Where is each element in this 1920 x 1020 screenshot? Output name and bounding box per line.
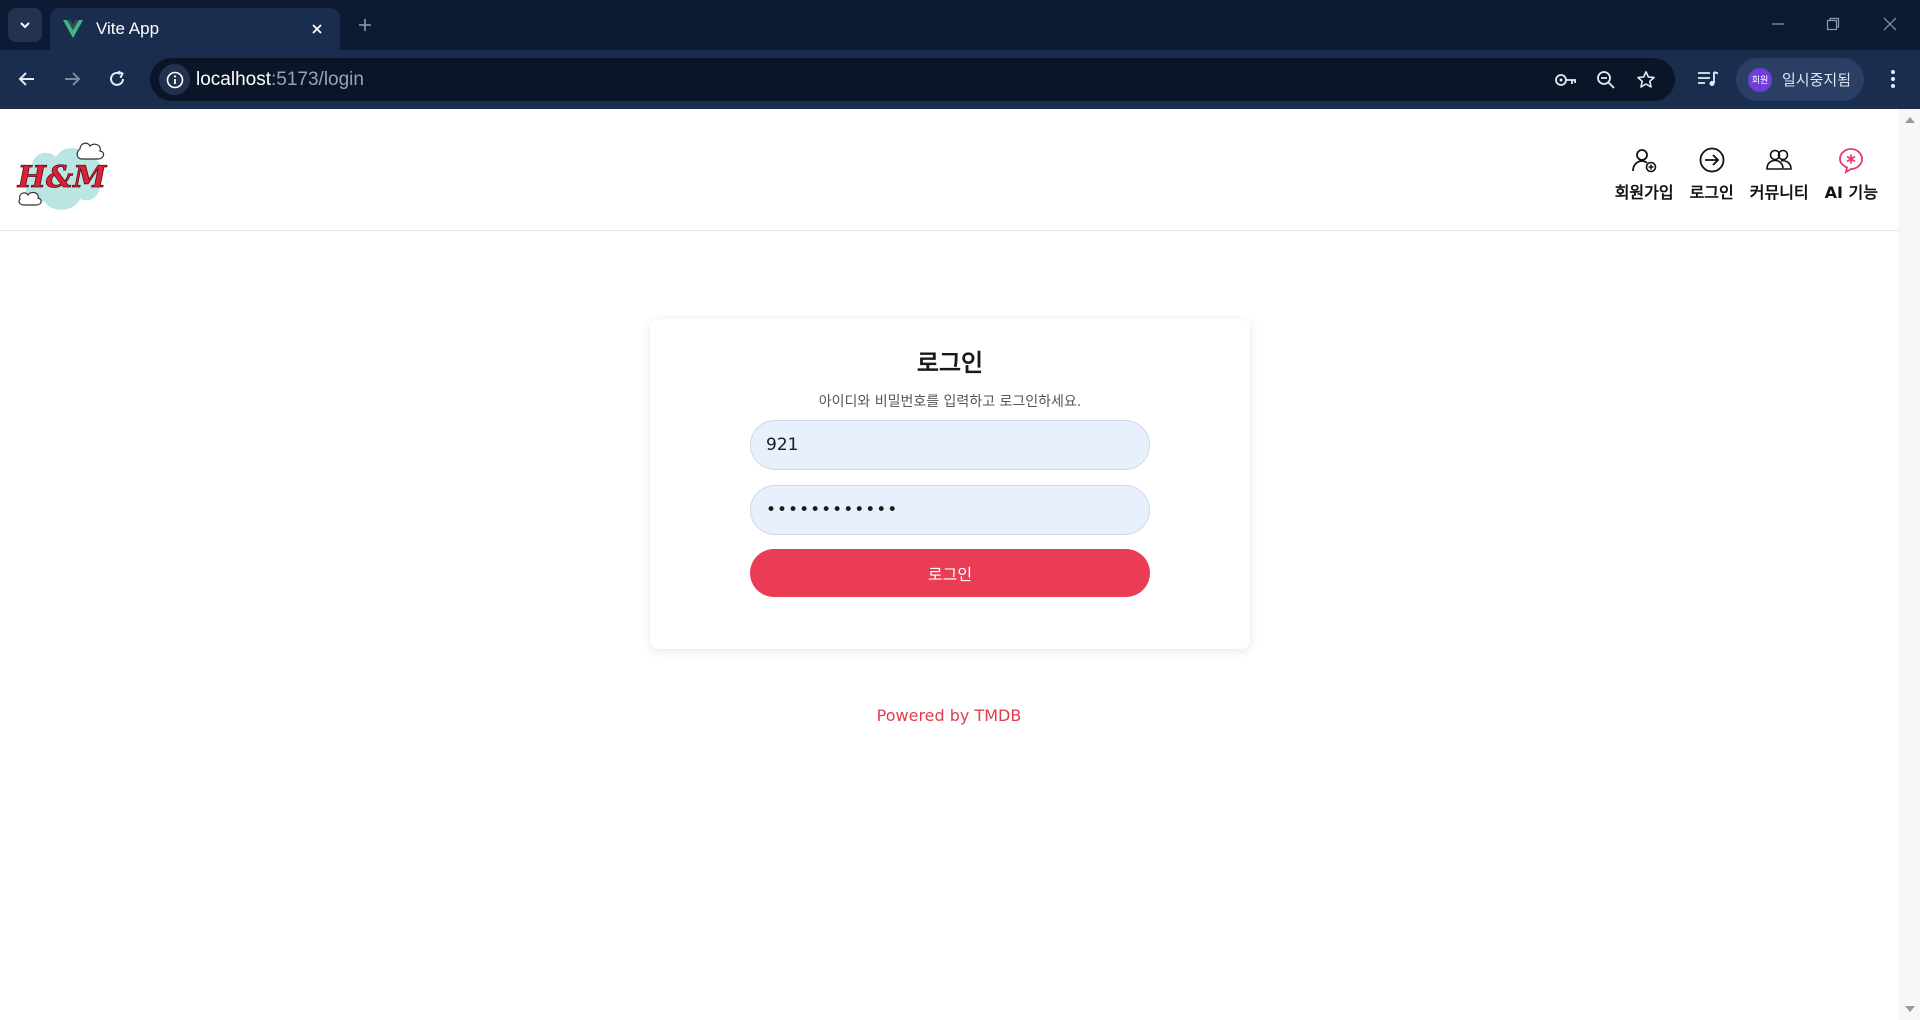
plus-icon[interactable] [352,12,378,38]
nav-item-login[interactable]: 로그인 [1690,145,1734,203]
tab-list-button[interactable] [8,8,42,42]
window-close-icon[interactable] [1870,8,1910,40]
url-host: localhost [196,69,271,90]
nav-item-signup[interactable]: 회원가입 [1615,145,1674,203]
url-text: localhost:5173/login [196,69,364,91]
minimize-icon[interactable] [1758,8,1798,40]
ai-sparkle-icon [1836,145,1866,175]
media-queue-icon[interactable] [1691,62,1725,96]
powered-by-link[interactable]: Powered by TMDB [0,706,1898,725]
nav-item-ai[interactable]: AI 기능 [1825,145,1878,203]
nav-label-community: 커뮤니티 [1749,183,1809,202]
browser-toolbar: localhost:5173/login 회원 일시중지됨 [0,50,1920,109]
forward-icon [65,72,81,86]
site-header: H&M 회원가입 로그인 커뮤니티 AI 기능 [0,109,1898,231]
scroll-down-arrow-icon[interactable] [1905,1006,1915,1012]
back-icon [18,72,34,86]
vue-favicon-icon [62,19,84,39]
forward-button[interactable] [53,60,91,98]
address-bar[interactable]: localhost:5173/login [150,58,1675,101]
logo-text: H&M [17,160,107,195]
kebab-menu-icon[interactable] [1876,62,1910,96]
profile-status-label: 일시중지됨 [1782,71,1852,89]
community-icon [1764,145,1794,175]
close-icon[interactable] [306,18,328,40]
url-path: :5173/login [271,69,364,90]
login-title: 로그인 [916,349,984,377]
info-icon[interactable] [159,64,190,95]
browser-tab[interactable]: Vite App [50,8,340,50]
nav-label-signup: 회원가입 [1614,183,1674,202]
browser-tab-bar: Vite App [0,0,1920,50]
profile-button[interactable]: 회원 일시중지됨 [1736,58,1864,101]
reload-button[interactable] [98,60,136,98]
site-logo[interactable]: H&M [16,135,108,215]
restore-icon[interactable] [1813,8,1853,40]
back-button[interactable] [8,60,46,98]
zoom-out-icon[interactable] [1592,66,1620,94]
scroll-up-arrow-icon[interactable] [1905,117,1915,123]
page-viewport: H&M 회원가입 로그인 커뮤니티 AI 기능 로그인 아이디와 비밀번호를 입… [0,109,1898,1020]
login-icon [1697,145,1727,175]
key-icon[interactable] [1552,66,1580,94]
reload-icon [110,70,124,86]
username-input[interactable]: 921 [750,420,1150,470]
avatar: 회원 [1748,67,1772,92]
password-input[interactable]: •••••••••••• [750,485,1150,535]
login-submit-button[interactable]: 로그인 [750,549,1150,597]
vertical-scrollbar[interactable] [1898,109,1920,1020]
user-add-icon [1629,145,1659,175]
login-card: 로그인 아이디와 비밀번호를 입력하고 로그인하세요. [650,319,1250,649]
nav-item-community[interactable]: 커뮤니티 [1750,145,1809,203]
nav-label-ai: AI 기능 [1824,183,1878,202]
login-subtitle: 아이디와 비밀번호를 입력하고 로그인하세요. [818,394,1082,410]
tab-list-icon [20,22,30,29]
main-nav: 회원가입 로그인 커뮤니티 AI 기능 [1615,145,1878,203]
nav-label-login: 로그인 [1689,183,1734,202]
star-icon[interactable] [1632,66,1660,94]
tab-title: Vite App [96,19,160,38]
